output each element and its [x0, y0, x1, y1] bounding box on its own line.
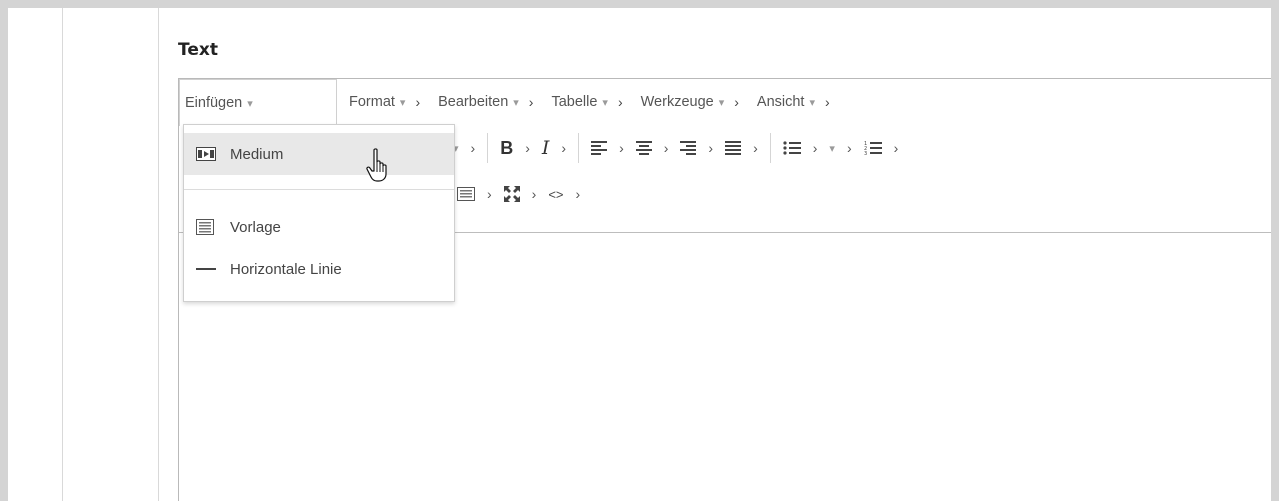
- dropdown-item-medium[interactable]: Medium: [184, 133, 454, 175]
- menu-einfuegen[interactable]: Einfügen ▾: [179, 79, 337, 126]
- bold-icon[interactable]: B: [500, 138, 513, 159]
- left-column-divider: [62, 8, 63, 501]
- content-column-divider: [158, 8, 159, 501]
- toolbar-divider: [578, 133, 580, 163]
- caret-down-icon: ▾: [809, 96, 815, 109]
- menu-label: Ansicht: [756, 94, 805, 110]
- menu-label: Format: [349, 94, 395, 110]
- dropdown-item-vorlage[interactable]: Vorlage: [184, 209, 454, 245]
- menubar: Einfügen ▾ Format ▾ › Bearbeiten ▾ › Tab…: [179, 79, 1271, 126]
- chevron-icon: ›: [617, 94, 623, 110]
- align-center-icon[interactable]: [635, 141, 652, 155]
- chevron-icon: ›: [708, 140, 714, 156]
- menu-format[interactable]: Format ▾ ›: [345, 79, 434, 125]
- caret-down-icon: ▾: [718, 96, 725, 109]
- chevron-icon: ›: [528, 94, 534, 110]
- menu-label: Tabelle: [551, 94, 598, 110]
- template-icon: [196, 219, 216, 235]
- dropdown-item-label: Medium: [230, 145, 284, 163]
- bullet-list-icon[interactable]: [783, 141, 801, 155]
- caret-down-icon: ▾: [399, 96, 406, 109]
- template-icon[interactable]: [457, 187, 475, 201]
- chevron-icon: ›: [561, 140, 567, 156]
- horizontal-rule-icon: [196, 266, 216, 272]
- toolbar-divider: [487, 133, 489, 163]
- numbered-list-icon[interactable]: 123: [864, 140, 882, 156]
- caret-down-icon[interactable]: ▾: [829, 142, 835, 155]
- chevron-icon: ›: [825, 94, 830, 110]
- dropdown-item-horizontale-linie[interactable]: Horizontale Linie: [184, 251, 454, 287]
- fullscreen-icon[interactable]: [503, 186, 520, 202]
- chevron-icon: ›: [531, 186, 537, 202]
- menu-tabelle[interactable]: Tabelle ▾ ›: [547, 79, 636, 125]
- chevron-icon: ›: [575, 186, 581, 202]
- menu-label: Werkzeuge: [640, 94, 714, 110]
- caret-down-icon: ▾: [513, 96, 519, 109]
- align-justify-icon[interactable]: [725, 141, 742, 155]
- menu-label: Bearbeiten: [438, 94, 509, 110]
- chevron-icon: ›: [663, 140, 669, 156]
- media-icon: [196, 147, 216, 161]
- chevron-icon: ›: [470, 140, 476, 156]
- menu-label: Einfügen: [185, 95, 243, 111]
- menu-werkzeuge[interactable]: Werkzeuge ▾ ›: [637, 79, 753, 125]
- chevron-icon: ›: [753, 140, 758, 156]
- align-left-icon[interactable]: [591, 141, 608, 155]
- dropdown-item-label: Vorlage: [230, 218, 281, 236]
- svg-text:3: 3: [864, 151, 867, 156]
- chevron-icon: ›: [619, 140, 624, 156]
- chevron-icon: ›: [846, 140, 852, 156]
- caret-down-icon: ▾: [247, 97, 253, 110]
- field-label: Text: [178, 40, 218, 60]
- menu-bearbeiten[interactable]: Bearbeiten ▾ ›: [434, 79, 547, 125]
- caret-down-icon: ▾: [602, 96, 608, 109]
- chevron-icon: ›: [893, 140, 899, 156]
- chevron-icon: ›: [812, 140, 818, 156]
- italic-icon[interactable]: I: [542, 137, 550, 159]
- source-code-icon[interactable]: <>: [548, 187, 563, 202]
- chevron-icon: ›: [734, 94, 739, 110]
- insert-dropdown-menu: Medium Vorlage Horizontale Linie: [183, 124, 455, 302]
- chevron-icon: ›: [525, 140, 530, 156]
- dropdown-divider: [184, 189, 454, 190]
- align-right-icon[interactable]: [680, 141, 697, 155]
- menu-ansicht[interactable]: Ansicht ▾ ›: [753, 79, 844, 125]
- hand-cursor-icon: [366, 148, 390, 189]
- chevron-icon: ›: [487, 186, 492, 202]
- chevron-icon: ›: [415, 94, 421, 110]
- dropdown-item-label: Horizontale Linie: [230, 260, 342, 278]
- toolbar-divider: [769, 133, 771, 163]
